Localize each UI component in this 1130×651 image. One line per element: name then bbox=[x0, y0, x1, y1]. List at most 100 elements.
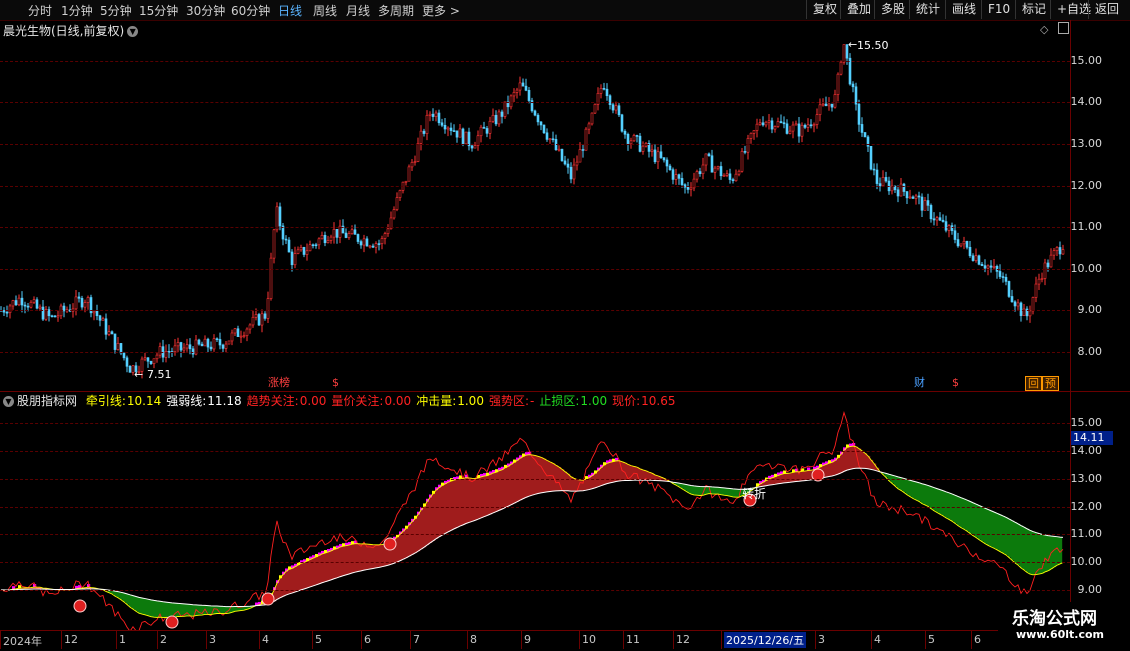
candle-body bbox=[110, 331, 114, 335]
date-label: 4 bbox=[262, 633, 269, 646]
candle-body bbox=[749, 132, 753, 139]
candle-body bbox=[296, 249, 300, 254]
candle-body bbox=[776, 121, 780, 127]
candle-body bbox=[998, 271, 1002, 277]
signal-ball-icon[interactable] bbox=[261, 592, 275, 606]
tab-timeframe-6[interactable]: 日线 bbox=[278, 2, 302, 19]
trend-band bbox=[123, 593, 127, 602]
candle-body bbox=[605, 88, 609, 97]
trend-band bbox=[591, 475, 595, 489]
signal-ball-icon[interactable] bbox=[165, 615, 179, 629]
trend-band bbox=[333, 549, 337, 579]
trend-band bbox=[144, 598, 148, 615]
trend-band bbox=[318, 555, 322, 584]
toolbar-button-4[interactable]: 画线 bbox=[945, 0, 982, 19]
tab-timeframe-8[interactable]: 月线 bbox=[346, 2, 370, 19]
candle-body bbox=[455, 130, 459, 138]
trend-band bbox=[618, 460, 622, 481]
trend-band bbox=[459, 478, 463, 527]
date-label: 6 bbox=[974, 633, 981, 646]
tab-timeframe-3[interactable]: 15分钟 bbox=[139, 2, 178, 19]
candle-body bbox=[875, 169, 879, 184]
trend-band bbox=[435, 490, 439, 539]
signal-ball-icon[interactable] bbox=[383, 537, 397, 551]
trend-band bbox=[345, 545, 349, 575]
trend-band bbox=[234, 606, 238, 612]
candle-body bbox=[320, 234, 324, 240]
event-marker[interactable]: 预 bbox=[1042, 376, 1059, 391]
candle-body bbox=[179, 342, 183, 351]
candle-body bbox=[851, 83, 855, 88]
toolbar-button-1[interactable]: 叠加 bbox=[840, 0, 877, 19]
candle-body bbox=[437, 112, 441, 124]
tab-timeframe-1[interactable]: 1分钟 bbox=[61, 2, 93, 19]
trend-band bbox=[789, 473, 793, 483]
toolbar-button-0[interactable]: 复权 bbox=[806, 0, 843, 19]
tab-timeframe-5[interactable]: 60分钟 bbox=[231, 2, 270, 19]
tab-timeframe-10[interactable]: 更多 > bbox=[422, 2, 460, 19]
trend-band bbox=[462, 478, 466, 525]
panel-toggle-icon[interactable] bbox=[1058, 22, 1069, 34]
event-marker[interactable]: 回 bbox=[1025, 376, 1042, 391]
trend-band bbox=[549, 461, 553, 492]
candle-body bbox=[653, 149, 657, 163]
event-marker[interactable]: 涨榜 bbox=[266, 376, 292, 389]
candle-body bbox=[503, 101, 507, 117]
candle-body bbox=[836, 73, 840, 95]
candle-body bbox=[914, 195, 918, 199]
candle-body bbox=[470, 145, 474, 149]
candle-body bbox=[464, 131, 468, 145]
event-marker[interactable]: $ bbox=[330, 376, 341, 389]
indicator-tick: 10.00 bbox=[1070, 555, 1103, 568]
signal-ball-icon[interactable] bbox=[73, 599, 87, 613]
candle-body bbox=[452, 130, 456, 132]
trend-band bbox=[1038, 533, 1042, 575]
trend-band bbox=[525, 455, 529, 498]
candle-body bbox=[413, 161, 417, 163]
candle-body bbox=[848, 57, 852, 85]
tab-timeframe-7[interactable]: 周线 bbox=[313, 2, 337, 19]
tab-timeframe-0[interactable]: 分时 bbox=[28, 2, 52, 19]
trend-band bbox=[1029, 530, 1033, 575]
trend-band bbox=[348, 545, 352, 574]
candle-body bbox=[248, 324, 252, 330]
candle-body bbox=[518, 82, 522, 91]
trend-band bbox=[135, 596, 139, 612]
trend-band bbox=[987, 509, 991, 546]
tab-timeframe-2[interactable]: 5分钟 bbox=[100, 2, 132, 19]
trend-band bbox=[369, 544, 373, 569]
trend-band bbox=[963, 498, 967, 530]
candlestick-chart[interactable]: ← 15.50← 7.51 bbox=[0, 36, 1070, 392]
candle-body bbox=[725, 173, 729, 176]
event-marker[interactable]: 财 bbox=[912, 376, 927, 389]
tab-timeframe-9[interactable]: 多周期 bbox=[378, 2, 414, 19]
candle-body bbox=[515, 89, 519, 93]
trend-band bbox=[507, 466, 511, 507]
candle-body bbox=[839, 61, 843, 75]
indicator-tick: 14.00 bbox=[1070, 444, 1103, 457]
candle-body bbox=[704, 153, 708, 166]
event-marker[interactable]: $ bbox=[950, 376, 961, 389]
candle-body bbox=[665, 159, 669, 167]
candle-body bbox=[713, 167, 717, 173]
indicator-chart[interactable]: 转折 bbox=[0, 406, 1070, 630]
candle-body bbox=[479, 126, 483, 137]
candle-body bbox=[224, 343, 228, 349]
toolbar-button-5[interactable]: F10 bbox=[981, 0, 1016, 19]
candle-body bbox=[755, 123, 759, 131]
candle-body bbox=[953, 230, 957, 240]
tab-timeframe-4[interactable]: 30分钟 bbox=[186, 2, 225, 19]
date-axis[interactable]: 2024年 12 1 2 3 4 5 6 7 8 9 10 11 12 2025/12/26/五 3 4 5 6 bbox=[0, 630, 1130, 651]
trend-band bbox=[150, 599, 154, 617]
diamond-icon[interactable]: ◇ bbox=[1040, 23, 1048, 36]
indicator-tick: 12.00 bbox=[1070, 500, 1103, 513]
toolbar-button-8[interactable]: 返回 bbox=[1088, 0, 1125, 19]
trend-band bbox=[585, 479, 589, 491]
toolbar-button-2[interactable]: 多股 bbox=[874, 0, 911, 19]
toolbar-button-3[interactable]: 统计 bbox=[909, 0, 946, 19]
trend-band bbox=[294, 566, 298, 593]
candle-body bbox=[623, 130, 627, 135]
trend-band bbox=[930, 486, 934, 509]
trend-band bbox=[510, 464, 514, 505]
toolbar-button-6[interactable]: 标记 bbox=[1015, 0, 1052, 19]
